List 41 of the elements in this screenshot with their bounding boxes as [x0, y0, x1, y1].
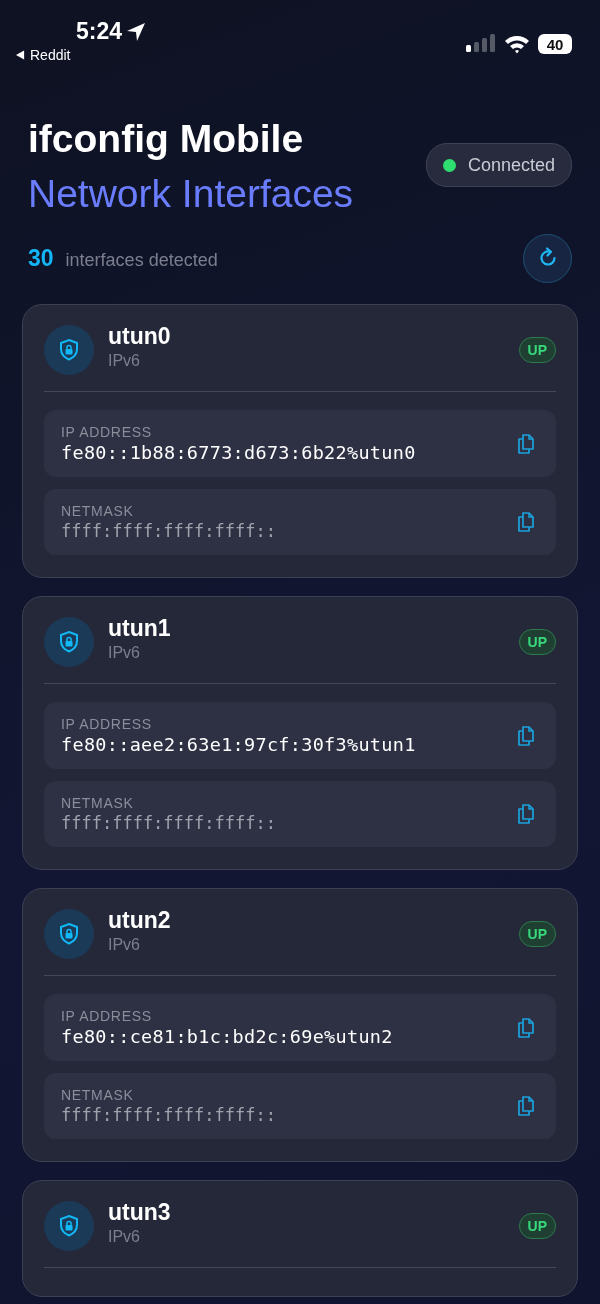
back-triangle-icon: [16, 50, 25, 60]
field-value: ffff:ffff:ffff:ffff::: [61, 1105, 276, 1125]
interface-name: utun1: [108, 614, 172, 642]
app-title: ifconfig Mobile: [28, 116, 305, 162]
field-value: fe80::aee2:63e1:97cf:30f3%utun1: [61, 734, 416, 755]
field-label: NETMASK: [61, 795, 135, 811]
shield-lock-icon: [44, 909, 94, 959]
field-label: IP ADDRESS: [61, 424, 153, 440]
address-family: IPv6: [108, 1227, 141, 1247]
status-label: Connected: [467, 154, 555, 176]
shield-lock-icon: [44, 1201, 94, 1251]
status-badge: UP: [518, 629, 556, 655]
page-subtitle: Network Interfaces: [28, 171, 354, 217]
location-arrow-icon: [126, 21, 147, 42]
interface-count: 30: [28, 244, 54, 272]
field-value: fe80::ce81:b1c:bd2c:69e%utun2: [61, 1026, 393, 1047]
field-value: fe80::1b88:6773:d673:6b22%utun0: [61, 442, 416, 463]
back-link[interactable]: Reddit: [16, 47, 147, 63]
interface-name: utun0: [108, 322, 172, 350]
signal-icon: [466, 34, 496, 54]
address-family: IPv6: [108, 643, 141, 663]
address-family: IPv6: [108, 935, 141, 955]
status-badge: UP: [518, 921, 556, 947]
status-badge: UP: [518, 337, 556, 363]
field-label: IP ADDRESS: [61, 1008, 153, 1024]
field-value: ffff:ffff:ffff:ffff::: [61, 813, 276, 833]
shield-lock-icon: [44, 617, 94, 667]
refresh-button[interactable]: [523, 233, 572, 283]
address-family: IPv6: [108, 351, 141, 371]
field-label: NETMASK: [61, 503, 135, 519]
interface-name: utun3: [108, 1198, 172, 1226]
status-badge: UP: [518, 1213, 556, 1239]
field-label: NETMASK: [61, 1087, 135, 1103]
count-label: interfaces detected: [65, 249, 218, 271]
battery-indicator: 40: [538, 34, 572, 54]
field-value: ffff:ffff:ffff:ffff::: [61, 521, 276, 541]
shield-lock-icon: [44, 325, 94, 375]
interface-name: utun2: [108, 906, 172, 934]
field-label: IP ADDRESS: [61, 716, 153, 732]
clock-time: 5:24: [76, 18, 123, 45]
wifi-icon: [504, 34, 530, 54]
